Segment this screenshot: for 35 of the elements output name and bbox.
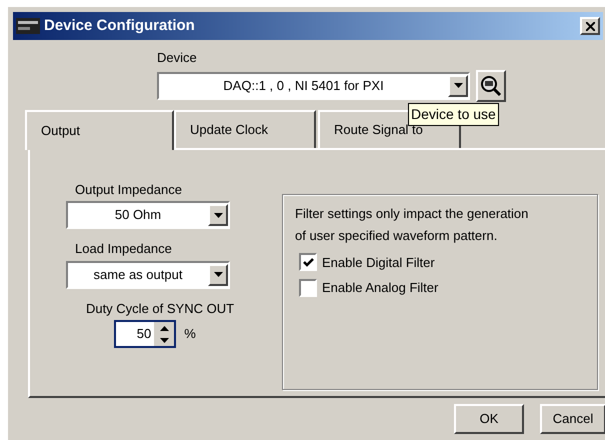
filter-note: Filter settings only impact the generation of user specified waveform pattern. <box>295 204 530 245</box>
checkbox[interactable] <box>299 253 317 272</box>
duty-cycle-spinner[interactable]: 50 <box>114 320 176 348</box>
load-impedance-dropdown[interactable]: same as output <box>66 260 230 288</box>
checkbox[interactable] <box>299 278 317 297</box>
spin-buttons[interactable] <box>154 322 174 346</box>
output-impedance-dropdown[interactable]: 50 Ohm <box>66 201 230 229</box>
duty-cycle-label: Duty Cycle of SYNC OUT <box>86 300 234 318</box>
dropdown-button[interactable] <box>208 264 228 286</box>
caret-icon <box>214 272 222 277</box>
device-dropdown[interactable]: DAQ::1 , 0 , NI 5401 for PXI <box>157 72 470 100</box>
checkbox-label: Enable Digital Filter <box>322 254 435 272</box>
dropdown-button[interactable] <box>208 204 228 226</box>
output-impedance-label: Output Impedance <box>75 180 182 199</box>
search-icon <box>480 74 502 96</box>
load-impedance-label: Load Impedance <box>75 240 172 258</box>
window-title: Device Configuration <box>44 16 196 36</box>
tooltip: Device to use <box>408 103 499 126</box>
up-arrow-icon <box>160 326 169 330</box>
close-button[interactable] <box>580 17 600 35</box>
dialog-button[interactable]: OK <box>454 404 524 434</box>
caret-icon <box>454 83 462 88</box>
checkbox-label: Enable Analog Filter <box>322 279 438 297</box>
caret-icon <box>214 212 222 218</box>
unit-label: % <box>184 325 196 344</box>
down-arrow-icon <box>160 338 169 342</box>
check-icon <box>302 258 314 267</box>
close-icon <box>586 22 594 30</box>
dropdown-button[interactable] <box>448 74 468 96</box>
tab[interactable]: Output <box>25 110 174 150</box>
tab[interactable]: Update Clock <box>174 110 316 148</box>
window-icon <box>16 18 40 34</box>
device-label: Device <box>157 49 198 67</box>
search-device-button[interactable] <box>476 70 506 102</box>
dialog-button[interactable]: Cancel <box>540 404 605 434</box>
